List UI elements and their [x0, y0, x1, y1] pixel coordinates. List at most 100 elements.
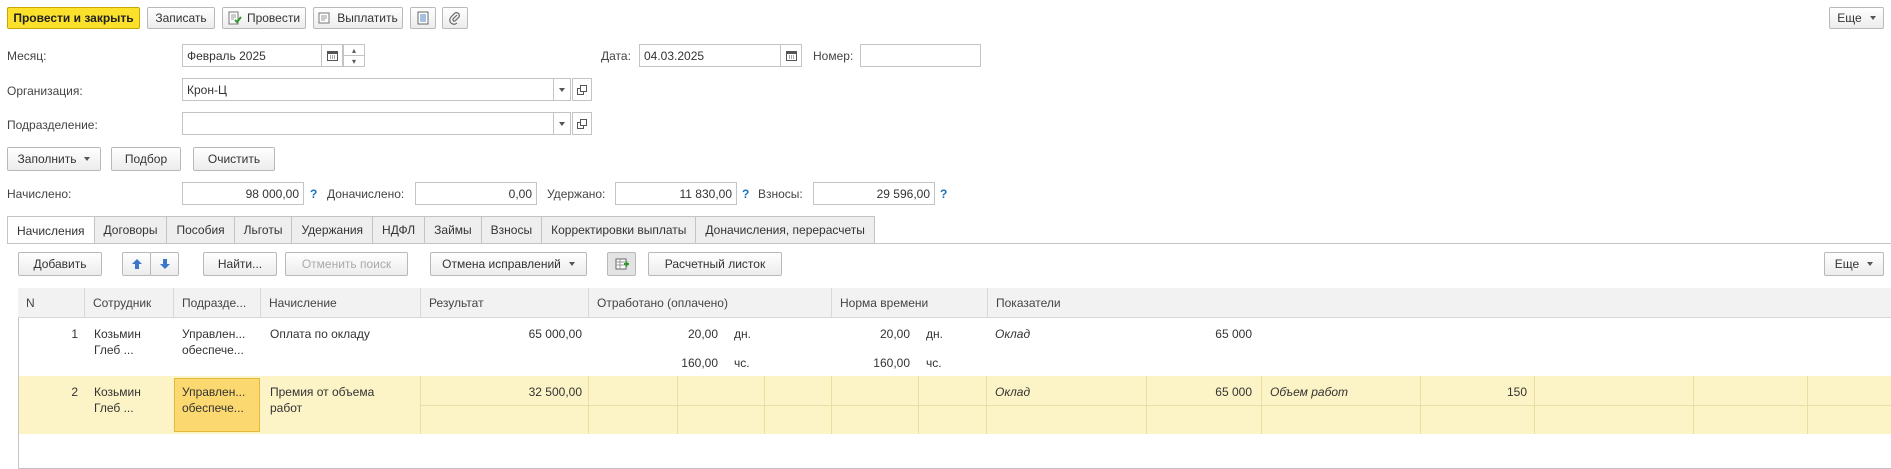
employee-cell-line2: Глеб ... [94, 401, 134, 415]
cell-divider [1807, 376, 1808, 434]
employee-cell[interactable]: Козьмин [94, 384, 141, 400]
organization-dropdown-button[interactable] [553, 78, 571, 101]
undo-corrections-label: Отмена исправлений [442, 257, 561, 271]
pay-button[interactable]: Выплатить [313, 7, 403, 29]
employee-cell[interactable]: Козьмин [94, 326, 141, 342]
clear-button[interactable]: Очистить [193, 147, 275, 171]
cell-divider [764, 376, 765, 434]
date-label: Дата: [601, 49, 631, 63]
month-field[interactable]: Февраль 2025 [182, 44, 322, 67]
fill-button[interactable]: Заполнить [7, 147, 101, 171]
post-button[interactable]: Провести [222, 7, 306, 29]
table-settings-button[interactable] [607, 252, 636, 276]
payslip-button[interactable]: Расчетный листок [648, 252, 782, 276]
indicator-value-cell[interactable]: 65 000 [1150, 384, 1252, 400]
post-and-close-button[interactable]: Провести и закрыть [7, 7, 140, 29]
tab-ndfl[interactable]: НДФЛ [372, 216, 426, 243]
chevron-down-icon [84, 157, 91, 161]
more-label: Еще [1837, 11, 1862, 25]
department-field[interactable] [182, 112, 554, 135]
attachment-button[interactable] [442, 7, 468, 29]
chevron-down-icon [559, 121, 565, 126]
indicator-value-cell[interactable]: 65 000 [1150, 326, 1252, 342]
pay-label: Выплатить [337, 11, 398, 25]
column-header-accrual[interactable]: Начисление [260, 288, 420, 318]
tab-bar: Начисления Договоры Пособия Льготы Удерж… [7, 216, 875, 244]
contributions-label: Взносы: [758, 187, 803, 201]
result-cell[interactable]: 32 500,00 [430, 384, 582, 400]
clear-label: Очистить [207, 152, 261, 166]
select-button[interactable]: Подбор [111, 147, 181, 171]
move-down-button[interactable] [150, 252, 179, 276]
contributions-help-icon[interactable]: ? [940, 187, 947, 201]
withheld-help-icon[interactable]: ? [742, 187, 749, 201]
find-button[interactable]: Найти... [203, 252, 277, 276]
department-open-button[interactable] [572, 112, 592, 135]
calendar-icon [785, 50, 797, 61]
indicator2-value-cell[interactable]: 150 [1420, 384, 1527, 400]
department-cell[interactable]: Управлен... [182, 384, 245, 400]
department-dropdown-button[interactable] [553, 112, 571, 135]
tab-benefits[interactable]: Пособия [166, 216, 235, 243]
tab-contracts[interactable]: Договоры [93, 216, 168, 243]
tab-withholdings[interactable]: Удержания [291, 216, 374, 243]
norm-hours-cell[interactable]: 160,00 [852, 355, 910, 371]
chevron-down-icon [559, 87, 565, 92]
undo-corrections-button[interactable]: Отмена исправлений [430, 252, 587, 276]
accrual-cell[interactable]: Премия от объема [270, 384, 374, 400]
column-header-employee[interactable]: Сотрудник [84, 288, 173, 318]
date-field[interactable]: 04.03.2025 [639, 44, 781, 67]
accrued-field: 98 000,00 [182, 182, 304, 205]
save-button[interactable]: Записать [147, 7, 215, 29]
withheld-label: Удержано: [547, 187, 606, 201]
organization-field[interactable]: Крон-Ц [182, 78, 554, 101]
cancel-search-button[interactable]: Отменить поиск [285, 252, 408, 276]
department-cell[interactable]: Управлен... [182, 326, 245, 342]
tab-accruals[interactable]: Начисления [7, 216, 95, 244]
find-label: Найти... [217, 257, 263, 271]
add-row-button[interactable]: Добавить [18, 252, 102, 276]
post-document-icon [228, 11, 242, 25]
column-header-n[interactable]: N [18, 288, 84, 318]
save-label: Записать [155, 11, 207, 25]
paperclip-icon [449, 11, 461, 25]
column-header-norm[interactable]: Норма времени [831, 288, 987, 318]
table-more-button[interactable]: Еще [1824, 252, 1884, 276]
report-list-icon [417, 11, 429, 25]
tab-loans[interactable]: Займы [424, 216, 482, 243]
employee-cell-line2: Глеб ... [94, 343, 134, 357]
cell-divider [420, 376, 421, 434]
norm-days-cell[interactable]: 20,00 [852, 326, 910, 342]
post-and-close-label: Провести и закрыть [13, 11, 134, 25]
tab-deductions-tax[interactable]: Льготы [233, 216, 293, 243]
column-header-result[interactable]: Результат [420, 288, 588, 318]
tab-contributions[interactable]: Взносы [480, 216, 543, 243]
result-cell[interactable]: 65 000,00 [430, 326, 582, 342]
month-calendar-button[interactable] [321, 44, 343, 67]
cell-divider [831, 376, 832, 434]
organization-label: Организация: [7, 84, 83, 98]
date-calendar-button[interactable] [780, 44, 802, 67]
cell-divider [677, 376, 678, 434]
accrued-help-icon[interactable]: ? [310, 187, 317, 201]
move-up-button[interactable] [122, 252, 151, 276]
month-spin-down-button[interactable]: ▾ [343, 55, 365, 67]
accrual-cell[interactable]: Оплата по окладу [270, 326, 370, 342]
worked-days-cell[interactable]: 20,00 [660, 326, 718, 342]
report-button[interactable] [410, 7, 436, 29]
column-header-department[interactable]: Подразде... [173, 288, 260, 318]
worked-hours-cell[interactable]: 160,00 [660, 355, 718, 371]
column-header-indicators[interactable]: Показатели [987, 288, 1891, 318]
tab-payment-adjustments[interactable]: Корректировки выплаты [541, 216, 697, 243]
indicator2-name-cell[interactable]: Объем работ [1270, 384, 1348, 400]
more-button[interactable]: Еще [1829, 7, 1884, 29]
indicator-name-cell[interactable]: Оклад [995, 326, 1030, 342]
number-field[interactable] [860, 44, 981, 67]
tab-recalculations[interactable]: Доначисления, перерасчеты [695, 216, 875, 243]
organization-open-button[interactable] [572, 78, 592, 101]
indicator-name-cell[interactable]: Оклад [995, 384, 1030, 400]
row-number: 2 [71, 385, 78, 399]
additional-accrued-label: Доначислено: [327, 187, 405, 201]
column-header-worked[interactable]: Отработано (оплачено) [588, 288, 831, 318]
cancel-search-label: Отменить поиск [301, 257, 392, 271]
